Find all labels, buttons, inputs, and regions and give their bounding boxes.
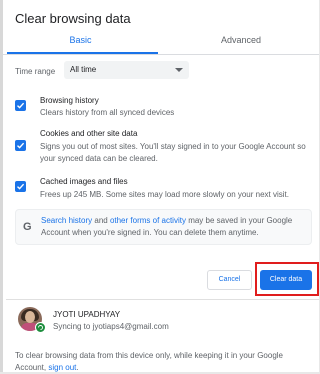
account-sync-status: Syncing to jyotiaps4@gmail.com xyxy=(53,322,169,331)
search-history-link[interactable]: Search history xyxy=(41,216,92,225)
time-range-select[interactable]: All time xyxy=(64,61,189,79)
info-text: Search history and other forms of activi… xyxy=(41,215,311,239)
other-activity-link[interactable]: other forms of activity xyxy=(110,216,186,225)
browsing-history-description: Clears history from all synced devices xyxy=(40,108,175,117)
sign-out-link[interactable]: sign out xyxy=(48,363,76,372)
cancel-button[interactable]: Cancel xyxy=(207,270,252,290)
cached-images-description: Frees up 245 MB. Some sites may load mor… xyxy=(40,190,289,199)
tab-divider xyxy=(3,54,319,55)
footer-text: To clear browsing data from this device … xyxy=(15,350,315,374)
google-activity-info-box: G Search history and other forms of acti… xyxy=(15,209,312,245)
clear-data-button[interactable]: Clear data xyxy=(260,270,312,290)
section-divider xyxy=(6,299,319,300)
cookies-checkbox[interactable] xyxy=(15,140,26,151)
time-range-value: All time xyxy=(70,65,97,74)
cached-images-checkbox[interactable] xyxy=(15,181,26,192)
cached-images-title: Cached images and files xyxy=(40,177,128,186)
browsing-history-checkbox[interactable] xyxy=(15,100,26,111)
time-range-label: Time range xyxy=(15,67,56,76)
tab-advanced[interactable]: Advanced xyxy=(163,31,319,53)
dialog-title: Clear browsing data xyxy=(15,11,131,26)
checkmark-icon xyxy=(17,142,25,149)
tab-basic[interactable]: Basic xyxy=(3,31,158,53)
account-name: JYOTI UPADHYAY xyxy=(53,310,121,319)
tab-bar: Basic Advanced xyxy=(3,31,319,55)
clear-browsing-data-dialog: Clear browsing data Basic Advanced Time … xyxy=(0,0,319,372)
footer-end: . xyxy=(76,363,79,372)
browsing-history-title: Browsing history xyxy=(40,96,99,105)
dropdown-caret-icon xyxy=(175,68,183,72)
checkmark-icon xyxy=(17,102,25,109)
checkmark-icon xyxy=(17,183,25,190)
google-g-icon: G xyxy=(23,221,32,233)
cookies-title: Cookies and other site data xyxy=(40,129,138,138)
info-and: and xyxy=(92,216,110,225)
sync-icon xyxy=(35,322,46,333)
cookies-description: Signs you out of most sites. You'll stay… xyxy=(40,142,306,163)
